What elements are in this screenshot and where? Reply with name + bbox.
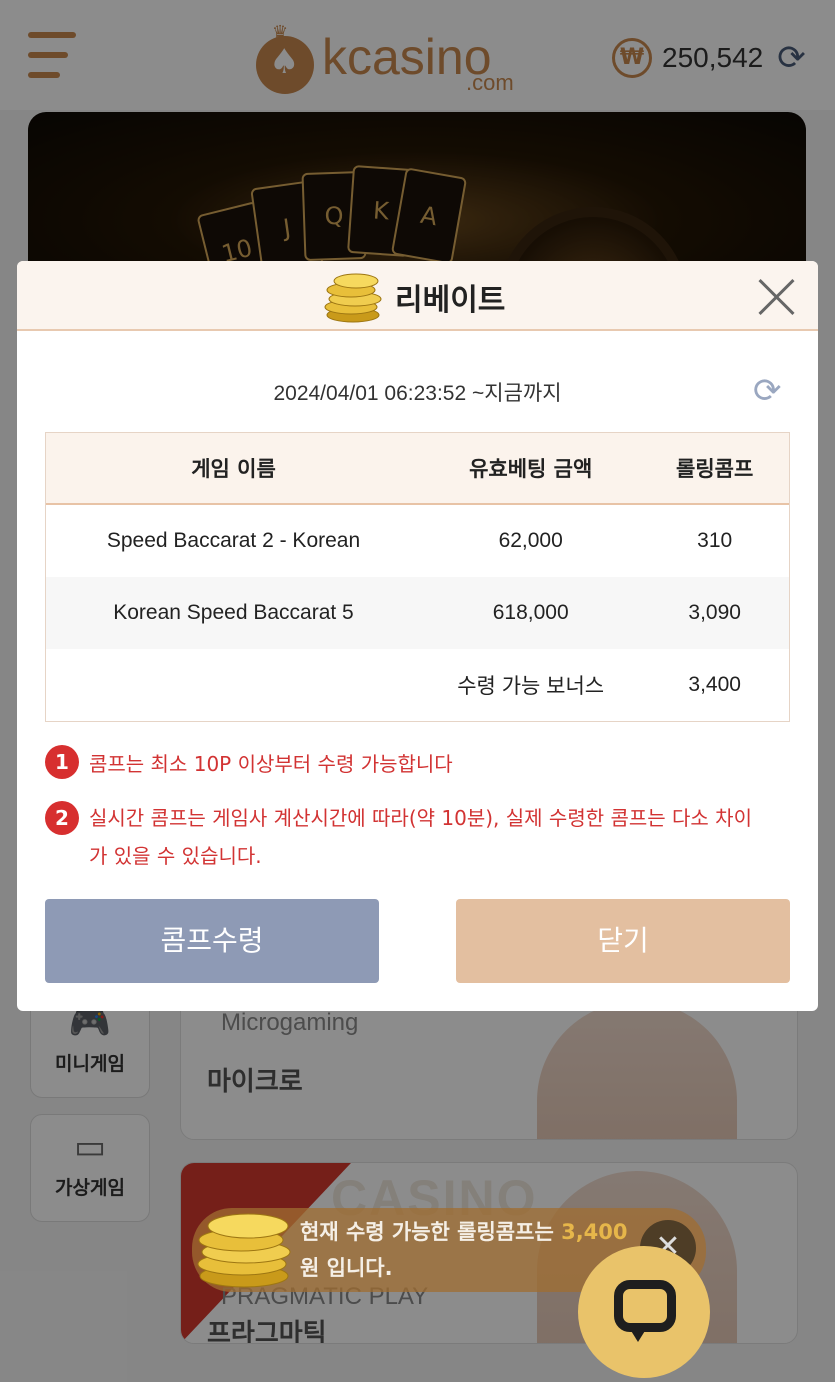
- table-row: Korean Speed Baccarat 5 618,000 3,090: [46, 577, 789, 649]
- table-header: 게임 이름 유효베팅 금액 롤링콤프: [46, 433, 789, 505]
- chat-button[interactable]: [578, 1246, 710, 1378]
- cell-comp: 3,090: [688, 601, 741, 624]
- cell-bet-amount: 62,000: [498, 529, 563, 552]
- refresh-icon[interactable]: ⟳: [753, 371, 782, 411]
- comp-table: 게임 이름 유효베팅 금액 롤링콤프 Speed Baccarat 2 - Ko…: [45, 432, 790, 722]
- modal-title-group: 리베이트: [323, 269, 505, 325]
- notice-number-badge: 1: [45, 745, 79, 779]
- cell-comp: 310: [697, 529, 733, 552]
- column-header-bet: 유효베팅 금액: [469, 457, 593, 481]
- coins-icon: [197, 1213, 291, 1288]
- period-range: 2024/04/01 06:23:52 ~지금까지: [273, 382, 562, 405]
- coins-icon: [324, 273, 382, 323]
- table-row: Speed Baccarat 2 - Korean 62,000 310: [46, 505, 789, 577]
- column-header-game: 게임 이름: [191, 457, 276, 481]
- cell-game-name: Speed Baccarat 2 - Korean: [106, 529, 361, 552]
- cell-game-name: Korean Speed Baccarat 5: [113, 601, 354, 624]
- claim-comp-button[interactable]: 콤프수령: [45, 899, 379, 983]
- total-label: 수령 가능 보너스: [457, 675, 605, 698]
- notice-text: 콤프는 최소 10P 이상부터 수령 가능합니다: [89, 752, 453, 776]
- toast-amount: 3,400: [561, 1220, 628, 1244]
- chat-bubble-tail: [628, 1326, 648, 1342]
- cell-bet-amount: 618,000: [492, 601, 569, 624]
- notice-item: 1 콤프는 최소 10P 이상부터 수령 가능합니다: [45, 745, 769, 783]
- table-total-row: 수령 가능 보너스 3,400: [46, 649, 789, 721]
- cell-empty: [46, 649, 421, 721]
- column-header-comp: 롤링콤프: [676, 457, 754, 481]
- toast-prefix: 현재 수령 가능한 롤링콤프는: [300, 1220, 562, 1244]
- total-value: 3,400: [688, 673, 741, 696]
- chat-bubble-icon: [614, 1280, 676, 1332]
- close-button[interactable]: 닫기: [456, 899, 790, 983]
- toast-suffix: 원 입니다.: [300, 1256, 393, 1280]
- notice-text: 실시간 콤프는 게임사 계산시간에 따라(약 10분), 실제 수령한 콤프는 …: [89, 806, 752, 868]
- notice-item: 2 실시간 콤프는 게임사 계산시간에 따라(약 10분), 실제 수령한 콤프…: [45, 799, 769, 875]
- notice-number-badge: 2: [45, 801, 79, 835]
- modal-title: 리베이트: [395, 283, 506, 318]
- close-icon[interactable]: [755, 275, 799, 319]
- rebate-modal: 리베이트 2024/04/01 06:23:52 ~지금까지 ⟳ 게임 이름 유…: [17, 261, 818, 1011]
- modal-header: 리베이트: [17, 261, 818, 331]
